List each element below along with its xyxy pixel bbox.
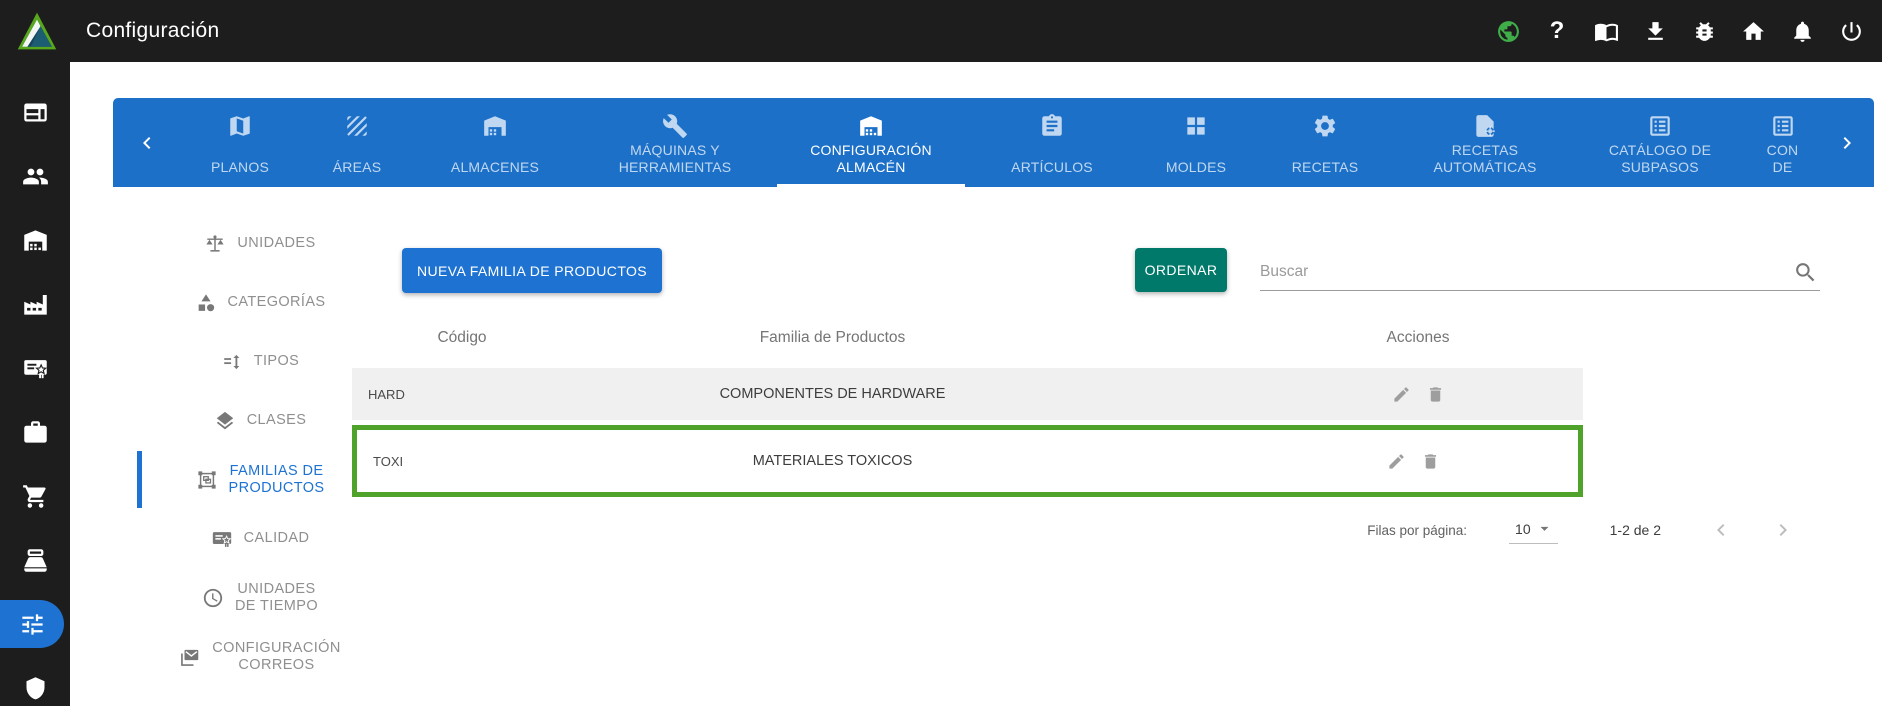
tab-moldes[interactable]: MOLDES xyxy=(1137,98,1255,187)
product-families-table: Código Familia de Productos Acciones HAR… xyxy=(352,318,1583,497)
cell-familia: COMPONENTES DE HARDWARE xyxy=(572,386,1253,402)
page-title: Configuración xyxy=(86,19,219,43)
search-input[interactable] xyxy=(1260,254,1780,290)
table-header: Código Familia de Productos Acciones xyxy=(352,318,1583,358)
cell-familia: MATERIALES TOXICOS xyxy=(577,453,1248,469)
cell-codigo: TOXI xyxy=(357,454,577,469)
module-tab-bar: PLANOS ÁREAS ALMACENES MÁQUINAS Y HERRAM… xyxy=(113,98,1874,187)
gear-icon xyxy=(1312,109,1338,143)
next-page-icon[interactable] xyxy=(1771,518,1795,542)
list-card-icon xyxy=(1647,109,1673,142)
tab-maquinas-herramientas[interactable]: MÁQUINAS Y HERRAMIENTAS xyxy=(575,98,775,187)
layers-icon xyxy=(214,410,236,432)
highlighted-row-outline: TOXI MATERIALES TOXICOS xyxy=(352,425,1583,497)
tab-label: ÁREAS xyxy=(333,143,381,187)
table-row[interactable]: HARD COMPONENTES DE HARDWARE xyxy=(352,368,1583,420)
tools-icon xyxy=(662,109,688,142)
notifications-icon[interactable] xyxy=(1789,18,1815,44)
sidebar-item-certificate-icon[interactable] xyxy=(0,336,70,400)
edit-icon[interactable] xyxy=(1387,452,1406,471)
tab-label: PLANOS xyxy=(211,143,269,187)
subnav-item-unidades[interactable]: UNIDADES xyxy=(120,214,400,273)
object-group-icon xyxy=(196,469,218,491)
tabs-scroll-right-icon[interactable] xyxy=(1820,98,1874,187)
scale-icon xyxy=(204,233,226,255)
cell-codigo: HARD xyxy=(352,387,572,402)
new-family-button[interactable]: NUEVA FAMILIA DE PRODUCTOS xyxy=(402,248,662,293)
table-row[interactable]: TOXI MATERIALES TOXICOS xyxy=(357,430,1578,492)
delete-icon[interactable] xyxy=(1426,385,1445,404)
file-gear-icon xyxy=(1472,109,1498,142)
grid-icon xyxy=(1183,109,1209,143)
warehouse-config-icon xyxy=(858,109,884,142)
table-pagination: Filas por página: 10 1-2 de 2 xyxy=(352,505,1795,555)
sidebar-item-settings-icon[interactable] xyxy=(0,600,64,648)
sidebar-item-toolbox-icon[interactable] xyxy=(0,400,70,464)
sidebar-item-warehouse-icon[interactable] xyxy=(0,208,70,272)
download-icon[interactable] xyxy=(1642,18,1668,44)
sidebar-item-shield-icon[interactable] xyxy=(0,656,70,720)
column-header-acciones: Acciones xyxy=(1253,329,1583,347)
main-sidebar xyxy=(0,62,70,706)
map-icon xyxy=(227,109,253,143)
tab-recetas-automaticas[interactable]: RECETAS AUTOMÁTICAS xyxy=(1395,98,1575,187)
tab-label: MOLDES xyxy=(1166,143,1226,187)
category-icon xyxy=(195,292,217,314)
home-icon[interactable] xyxy=(1740,18,1766,44)
tab-articulos[interactable]: ARTÍCULOS xyxy=(967,98,1137,187)
warehouse-icon xyxy=(482,109,508,143)
sidebar-item-cart-icon[interactable] xyxy=(0,464,70,528)
tab-almacenes[interactable]: ALMACENES xyxy=(415,98,575,187)
tab-label: ARTÍCULOS xyxy=(1011,143,1093,187)
tab-label: CATÁLOGO DE SUBPASOS xyxy=(1609,142,1711,187)
tab-catalogo-subpasos[interactable]: CATÁLOGO DE SUBPASOS xyxy=(1575,98,1745,187)
bug-icon[interactable] xyxy=(1691,18,1717,44)
sort-icon xyxy=(221,351,243,373)
tab-label: CON DE xyxy=(1767,142,1799,187)
help-icon[interactable]: ? xyxy=(1544,18,1570,44)
tab-con-de-truncated[interactable]: CON DE xyxy=(1745,98,1820,187)
order-button[interactable]: ORDENAR xyxy=(1135,248,1227,292)
certificate-icon xyxy=(211,528,233,550)
subnav-item-unidades-de-tiempo[interactable]: UNIDADES DE TIEMPO xyxy=(120,568,400,627)
column-header-codigo: Código xyxy=(352,329,572,347)
sidebar-item-register-icon[interactable] xyxy=(0,528,70,592)
search-icon[interactable] xyxy=(1793,260,1818,285)
tab-label: ALMACENES xyxy=(451,143,539,187)
clipboard-icon xyxy=(1039,109,1065,143)
texture-icon xyxy=(344,109,370,143)
card-icon xyxy=(1770,109,1796,142)
tab-label: RECETAS AUTOMÁTICAS xyxy=(1433,142,1536,187)
tab-areas[interactable]: ÁREAS xyxy=(299,98,415,187)
search-field xyxy=(1260,254,1820,291)
mail-icon xyxy=(179,646,201,668)
subnav-item-configuracion-correos[interactable]: CONFIGURACIÓN CORREOS xyxy=(120,627,400,686)
rows-per-page-label: Filas por página: xyxy=(1367,523,1467,538)
clock-icon xyxy=(202,587,224,609)
edit-icon[interactable] xyxy=(1392,385,1411,404)
rows-per-page-value: 10 xyxy=(1515,521,1531,537)
tab-label: MÁQUINAS Y HERRAMIENTAS xyxy=(619,142,732,187)
tab-configuracion-almacen[interactable]: CONFIGURACIÓN ALMACÉN xyxy=(775,98,967,187)
column-header-familia: Familia de Productos xyxy=(572,329,1253,347)
app-logo xyxy=(16,10,58,52)
globe-icon[interactable] xyxy=(1495,18,1521,44)
sidebar-item-factory-icon[interactable] xyxy=(0,272,70,336)
tabs-scroll-left-icon[interactable] xyxy=(113,98,181,187)
sidebar-item-people-icon[interactable] xyxy=(0,144,70,208)
topbar-actions: ? xyxy=(1495,18,1882,44)
previous-page-icon[interactable] xyxy=(1709,518,1733,542)
tab-planos[interactable]: PLANOS xyxy=(181,98,299,187)
sidebar-item-news-icon[interactable] xyxy=(0,80,70,144)
tab-label: CONFIGURACIÓN ALMACÉN xyxy=(810,142,932,187)
chevron-down-icon xyxy=(1535,519,1554,538)
rows-per-page-select[interactable]: 10 xyxy=(1509,516,1558,544)
power-icon[interactable] xyxy=(1838,18,1864,44)
top-app-bar: Configuración ? xyxy=(0,0,1882,62)
tab-label: RECETAS xyxy=(1292,143,1359,187)
pagination-range: 1-2 de 2 xyxy=(1610,522,1661,538)
tab-recetas[interactable]: RECETAS xyxy=(1255,98,1395,187)
delete-icon[interactable] xyxy=(1421,452,1440,471)
manual-icon[interactable] xyxy=(1593,18,1619,44)
